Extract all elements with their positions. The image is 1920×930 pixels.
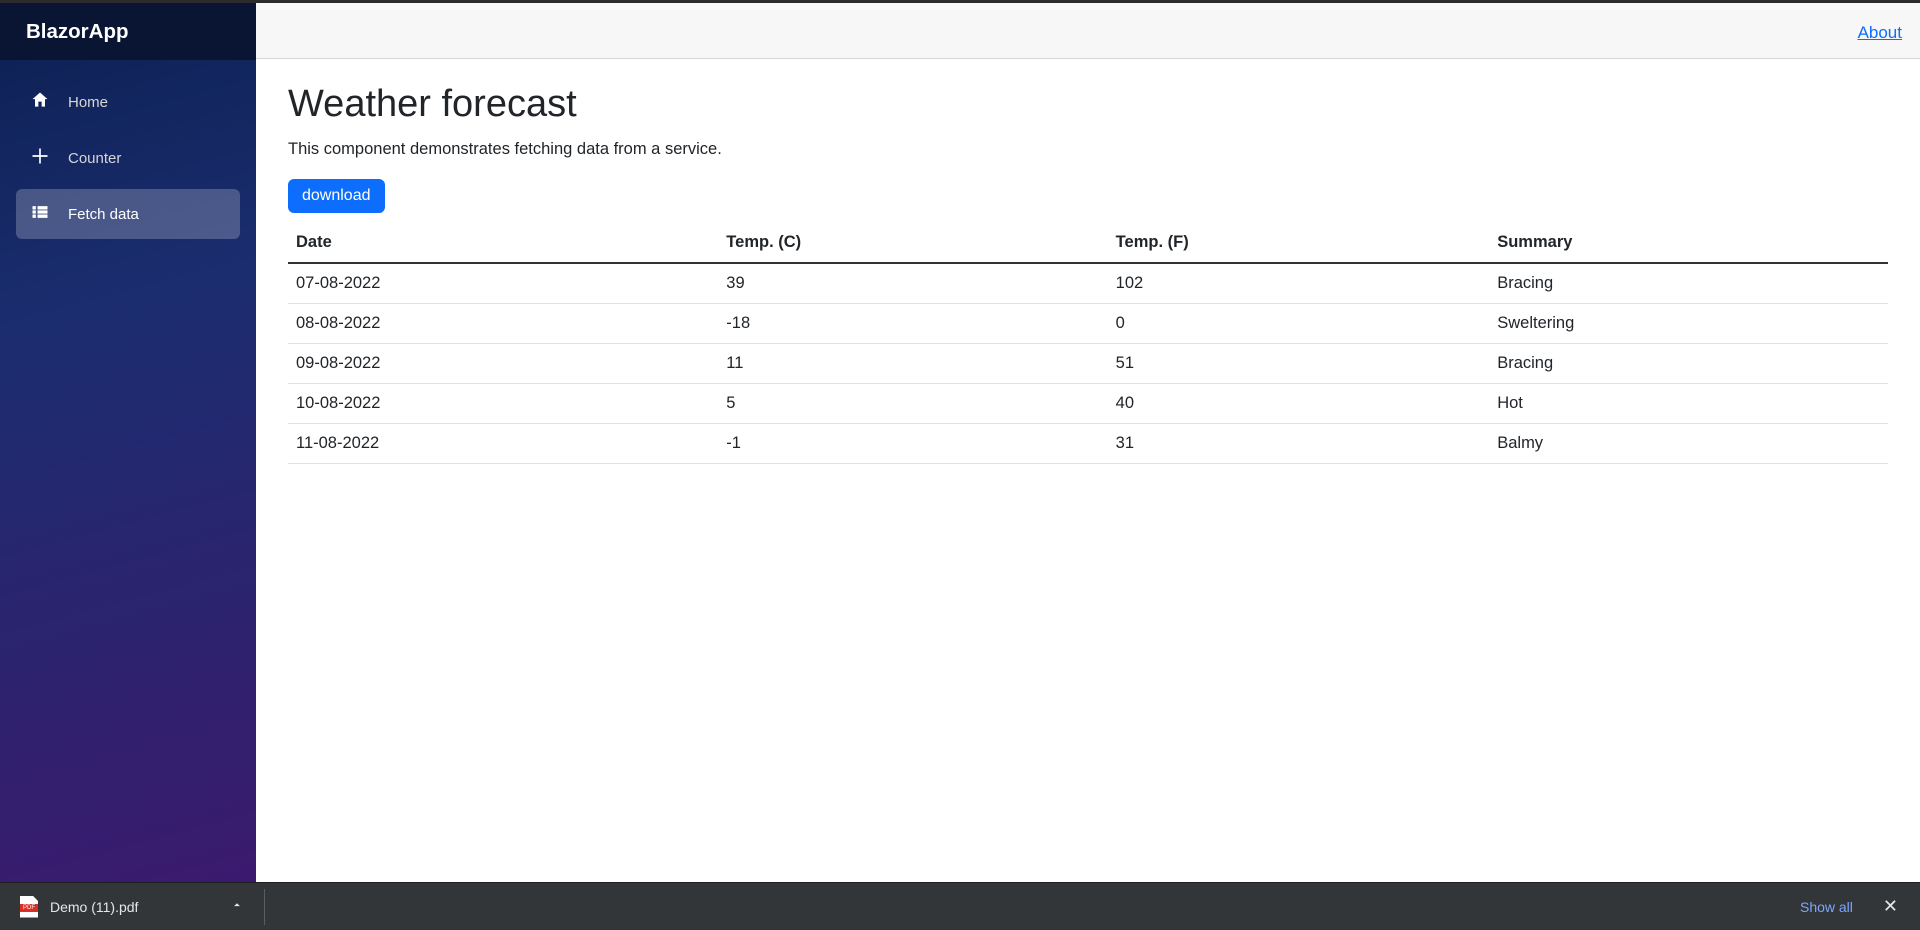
chevron-up-icon[interactable] — [230, 898, 244, 915]
cell-summary: Bracing — [1489, 344, 1888, 384]
cell-temp-c: 5 — [718, 384, 1107, 424]
app-title: BlazorApp — [0, 3, 256, 60]
table-row: 10-08-2022 5 40 Hot — [288, 384, 1888, 424]
download-file-name: Demo (11).pdf — [50, 899, 138, 915]
show-all-link[interactable]: Show all — [1800, 899, 1853, 915]
cell-temp-f: 0 — [1108, 304, 1490, 344]
home-icon — [30, 90, 50, 114]
col-temp-c: Temp. (C) — [718, 223, 1107, 263]
sidebar-item-label: Counter — [68, 150, 121, 167]
about-link[interactable]: About — [1858, 23, 1902, 43]
main-content: Weather forecast This component demonstr… — [256, 59, 1920, 882]
cell-temp-c: 11 — [718, 344, 1107, 384]
cell-summary: Hot — [1489, 384, 1888, 424]
table-row: 07-08-2022 39 102 Bracing — [288, 263, 1888, 304]
cell-temp-f: 51 — [1108, 344, 1490, 384]
cell-temp-f: 102 — [1108, 263, 1490, 304]
cell-summary: Bracing — [1489, 263, 1888, 304]
cell-temp-c: -18 — [718, 304, 1107, 344]
cell-date: 07-08-2022 — [288, 263, 718, 304]
download-chip[interactable]: Demo (11).pdf — [16, 889, 265, 925]
cell-temp-f: 31 — [1108, 424, 1490, 464]
sidebar-item-counter[interactable]: Counter — [16, 133, 240, 183]
sidebar-nav: Home Counter Fetch data — [0, 60, 256, 242]
col-summary: Summary — [1489, 223, 1888, 263]
cell-date: 08-08-2022 — [288, 304, 718, 344]
list-icon — [30, 202, 50, 226]
pdf-icon — [20, 896, 38, 918]
cell-summary: Balmy — [1489, 424, 1888, 464]
cell-date: 10-08-2022 — [288, 384, 718, 424]
topbar: About — [256, 3, 1920, 59]
table-row: 11-08-2022 -1 31 Balmy — [288, 424, 1888, 464]
cell-summary: Sweltering — [1489, 304, 1888, 344]
col-date: Date — [288, 223, 718, 263]
sidebar-item-home[interactable]: Home — [16, 77, 240, 127]
sidebar: BlazorApp Home Counter Fetch data — [0, 3, 256, 882]
page-title: Weather forecast — [288, 83, 1888, 126]
cell-temp-f: 40 — [1108, 384, 1490, 424]
cell-temp-c: -1 — [718, 424, 1107, 464]
sidebar-item-label: Fetch data — [68, 206, 139, 223]
cell-temp-c: 39 — [718, 263, 1107, 304]
forecast-table: Date Temp. (C) Temp. (F) Summary 07-08-2… — [288, 223, 1888, 464]
download-button[interactable]: download — [288, 179, 385, 213]
table-row: 08-08-2022 -18 0 Sweltering — [288, 304, 1888, 344]
sidebar-item-fetch-data[interactable]: Fetch data — [16, 189, 240, 239]
close-icon[interactable]: ✕ — [1877, 892, 1904, 921]
sidebar-item-label: Home — [68, 94, 108, 111]
cell-date: 09-08-2022 — [288, 344, 718, 384]
plus-icon — [30, 146, 50, 170]
col-temp-f: Temp. (F) — [1108, 223, 1490, 263]
download-bar: Demo (11).pdf Show all ✕ — [0, 882, 1920, 930]
table-row: 09-08-2022 11 51 Bracing — [288, 344, 1888, 384]
page-description: This component demonstrates fetching dat… — [288, 140, 1888, 159]
cell-date: 11-08-2022 — [288, 424, 718, 464]
